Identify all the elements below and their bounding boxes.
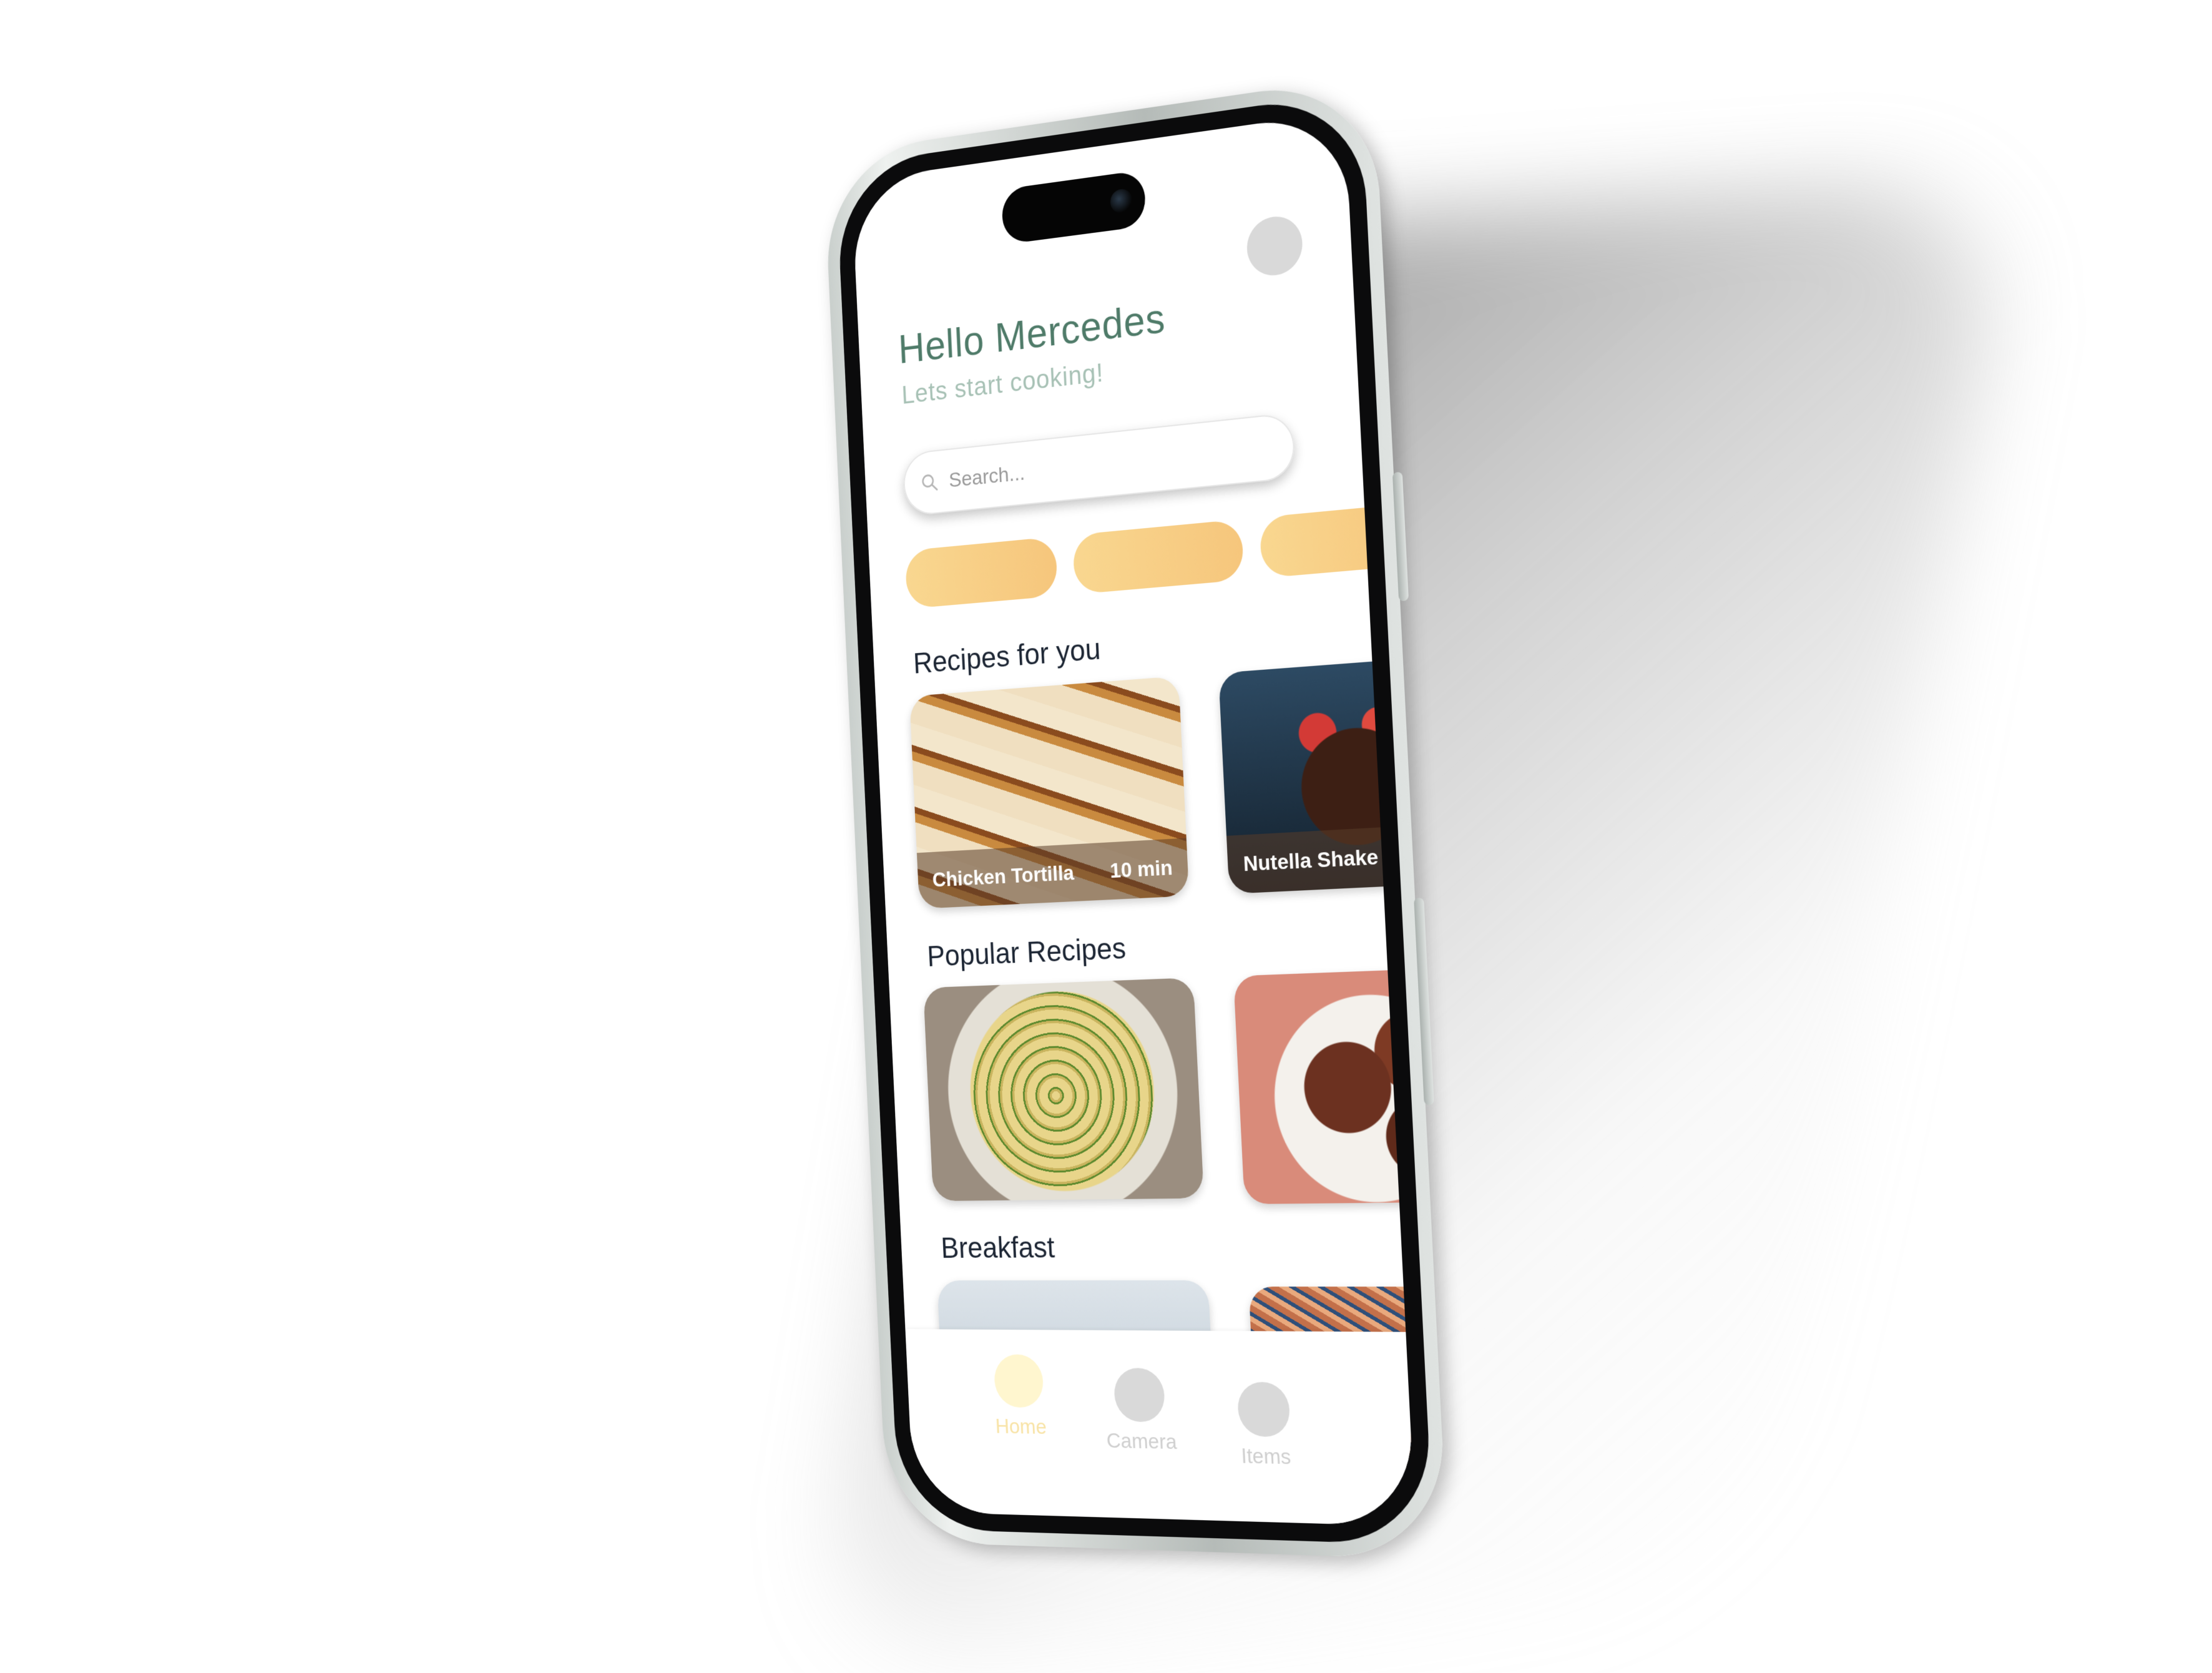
home-icon xyxy=(993,1354,1045,1408)
phone-mockup: Hello Mercedes Lets start cooking! Recip… xyxy=(823,74,1449,1560)
category-chip[interactable] xyxy=(904,536,1059,609)
recipe-card-chicken-tortilla[interactable]: Chicken Tortilla 10 min xyxy=(909,676,1190,909)
recipe-card-popular[interactable] xyxy=(1233,966,1416,1204)
tab-label: Home xyxy=(994,1414,1047,1439)
category-chips xyxy=(904,501,1416,611)
search-bar[interactable] xyxy=(902,412,1296,517)
tab-label: Camera xyxy=(1106,1428,1178,1455)
front-camera-icon xyxy=(1110,187,1133,215)
tab-home[interactable]: Home xyxy=(972,1354,1067,1440)
section-title-popular-recipes: Popular Recipes xyxy=(926,932,1127,973)
avatar[interactable] xyxy=(1245,213,1304,279)
category-chip[interactable] xyxy=(1072,519,1245,595)
search-icon xyxy=(920,471,940,494)
tab-items[interactable]: Items xyxy=(1215,1381,1314,1470)
items-icon xyxy=(1236,1381,1291,1438)
recipe-card-popular[interactable] xyxy=(923,978,1204,1202)
recipe-card-name: Chicken Tortilla xyxy=(931,860,1075,891)
camera-icon xyxy=(1113,1368,1166,1423)
recipe-card-caption: Chicken Tortilla 10 min xyxy=(916,838,1190,909)
search-input[interactable] xyxy=(947,434,1273,493)
recipe-card-time: 10 min xyxy=(1109,855,1173,883)
bottom-tab-bar: Home Camera Items xyxy=(905,1329,1416,1527)
recipe-card-name: Nutella Shake xyxy=(1243,844,1379,876)
section-title-recipes-for-you: Recipes for you xyxy=(913,632,1102,680)
greeting-title: Hello Mercedes xyxy=(897,294,1167,372)
app-screen: Hello Mercedes Lets start cooking! Recip… xyxy=(851,111,1416,1527)
tab-camera[interactable]: Camera xyxy=(1092,1368,1188,1455)
dynamic-island xyxy=(1001,170,1147,245)
section-title-breakfast: Breakfast xyxy=(940,1231,1055,1265)
tab-label: Items xyxy=(1240,1444,1292,1469)
